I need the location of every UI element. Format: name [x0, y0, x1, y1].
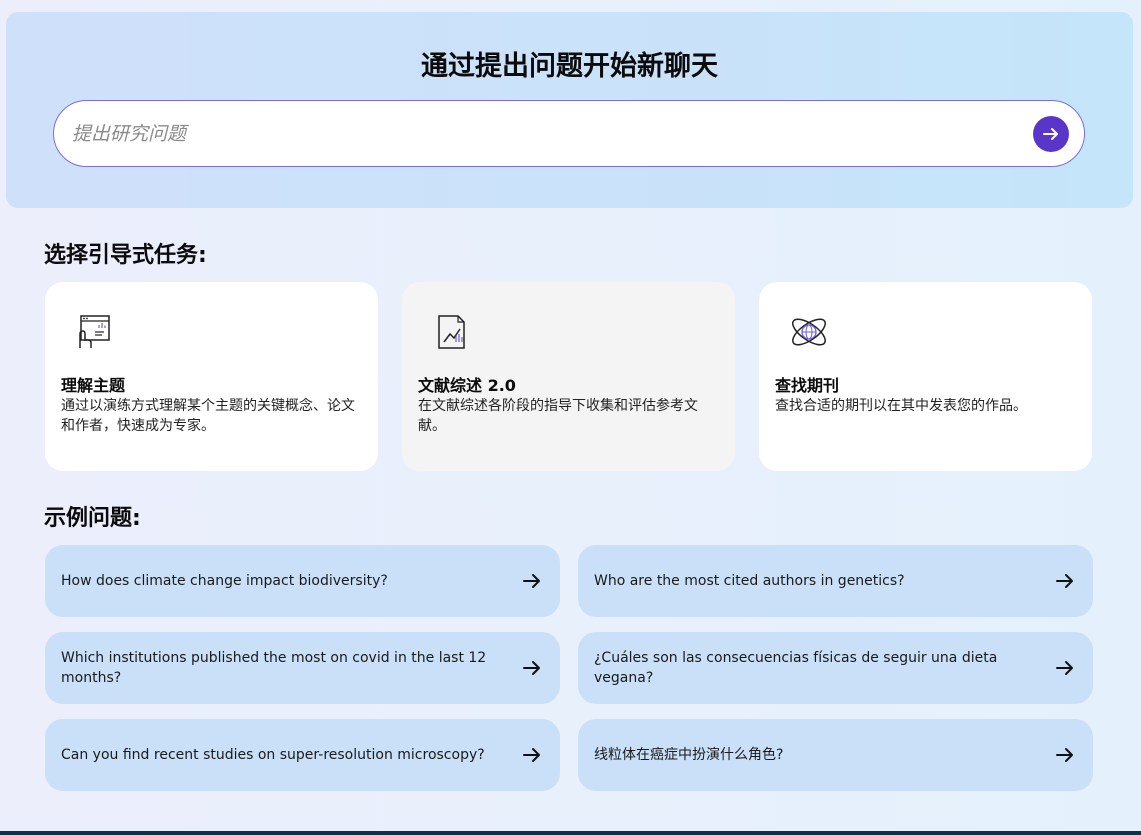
- example-question[interactable]: 线粒体在癌症中扮演什么角色?: [578, 719, 1093, 791]
- example-question-text: Can you find recent studies on super-res…: [61, 747, 485, 763]
- example-question[interactable]: Can you find recent studies on super-res…: [45, 719, 560, 791]
- arrow-right-icon: [1056, 748, 1073, 762]
- examples-section-title: 示例问题:: [44, 506, 141, 531]
- task-title: 理解主题: [61, 376, 126, 395]
- arrow-right-icon: [523, 574, 540, 588]
- arrow-right-icon: [1056, 574, 1073, 588]
- task-card-understand-topic[interactable]: 理解主题 通过以演练方式理解某个主题的关键概念、论文和作者，快速成为专家。: [45, 282, 378, 471]
- arrow-right-icon: [523, 661, 540, 675]
- task-card-literature-review[interactable]: 文献综述 2.0 在文献综述各阶段的指导下收集和评估参考文献。: [402, 282, 735, 471]
- task-description: 通过以演练方式理解某个主题的关键概念、论文和作者，快速成为专家。: [61, 398, 355, 434]
- example-question-text: Who are the most cited authors in geneti…: [594, 573, 905, 589]
- example-question-text: How does climate change impact biodivers…: [61, 573, 388, 589]
- send-button[interactable]: [1033, 116, 1069, 152]
- task-title: 文献综述 2.0: [418, 376, 516, 395]
- bottom-bar: [0, 831, 1141, 835]
- example-question-text: 线粒体在癌症中扮演什么角色?: [594, 747, 784, 763]
- task-card-find-journal[interactable]: 查找期刊 查找合适的期刊以在其中发表您的作品。: [759, 282, 1092, 471]
- example-question[interactable]: Who are the most cited authors in geneti…: [578, 545, 1093, 617]
- hero-panel: 通过提出问题开始新聊天: [6, 12, 1133, 208]
- arrow-right-icon: [1056, 661, 1073, 675]
- search-box: [53, 100, 1085, 167]
- task-description: 在文献综述各阶段的指导下收集和评估参考文献。: [418, 398, 698, 434]
- example-question-text: ¿Cuáles son las consecuencias físicas de…: [594, 650, 998, 686]
- example-question[interactable]: Which institutions published the most on…: [45, 632, 560, 704]
- tasks-section-title: 选择引导式任务:: [44, 243, 207, 268]
- example-question[interactable]: How does climate change impact biodivers…: [45, 545, 560, 617]
- presentation-icon: [79, 315, 110, 348]
- search-input[interactable]: [72, 101, 1012, 166]
- arrow-right-icon: [1043, 128, 1058, 140]
- page-title: 通过提出问题开始新聊天: [421, 51, 718, 82]
- example-question-text: Which institutions published the most on…: [61, 650, 487, 686]
- arrow-right-icon: [523, 748, 540, 762]
- task-title: 查找期刊: [775, 376, 840, 395]
- document-chart-icon: [438, 315, 465, 349]
- example-question[interactable]: ¿Cuáles son las consecuencias físicas de…: [578, 632, 1093, 704]
- globe-orbit-icon: [792, 318, 826, 346]
- task-description: 查找合适的期刊以在其中发表您的作品。: [775, 398, 1027, 414]
